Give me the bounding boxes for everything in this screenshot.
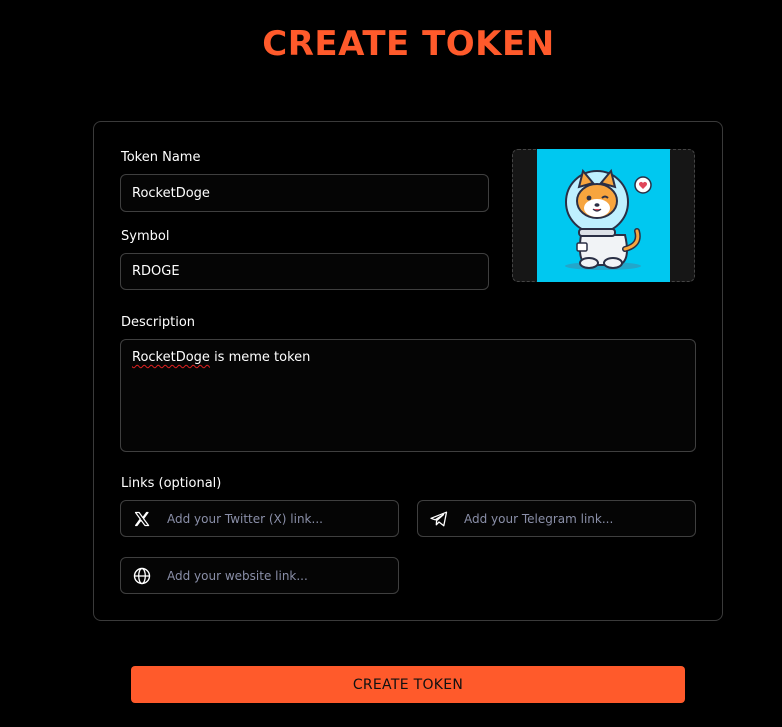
description-value-rest: is meme token — [209, 350, 311, 365]
create-token-button[interactable]: CREATE TOKEN — [131, 666, 685, 703]
twitter-link-input[interactable]: Add your Twitter (X) link... — [120, 500, 399, 537]
description-value-misspelled-word: RocketDoge — [132, 350, 210, 365]
token-image — [537, 149, 670, 282]
token-name-label: Token Name — [121, 150, 201, 165]
x-twitter-icon — [131, 508, 153, 530]
page: CREATE TOKEN Token Name RocketDoge Symbo… — [0, 0, 782, 727]
symbol-input[interactable]: RDOGE — [120, 253, 489, 290]
website-link-placeholder: Add your website link... — [167, 568, 308, 583]
description-label: Description — [121, 315, 196, 330]
symbol-label: Symbol — [121, 229, 170, 244]
description-textarea[interactable]: RocketDoge is meme token — [120, 339, 696, 452]
image-upload[interactable] — [512, 149, 695, 282]
globe-icon — [131, 565, 153, 587]
links-label: Links (optional) — [121, 476, 222, 491]
twitter-link-placeholder: Add your Twitter (X) link... — [167, 511, 323, 526]
telegram-link-input[interactable]: Add your Telegram link... — [417, 500, 696, 537]
token-name-value: RocketDoge — [132, 185, 210, 201]
shiba-astronaut-icon — [537, 149, 670, 282]
create-token-form: Token Name RocketDoge Symbol RDOGE Descr… — [93, 121, 723, 621]
website-link-input[interactable]: Add your website link... — [120, 557, 399, 594]
token-name-input[interactable]: RocketDoge — [120, 174, 489, 212]
page-title: CREATE TOKEN — [262, 24, 555, 64]
telegram-icon — [428, 508, 450, 530]
symbol-value: RDOGE — [132, 264, 180, 279]
telegram-link-placeholder: Add your Telegram link... — [464, 511, 614, 526]
